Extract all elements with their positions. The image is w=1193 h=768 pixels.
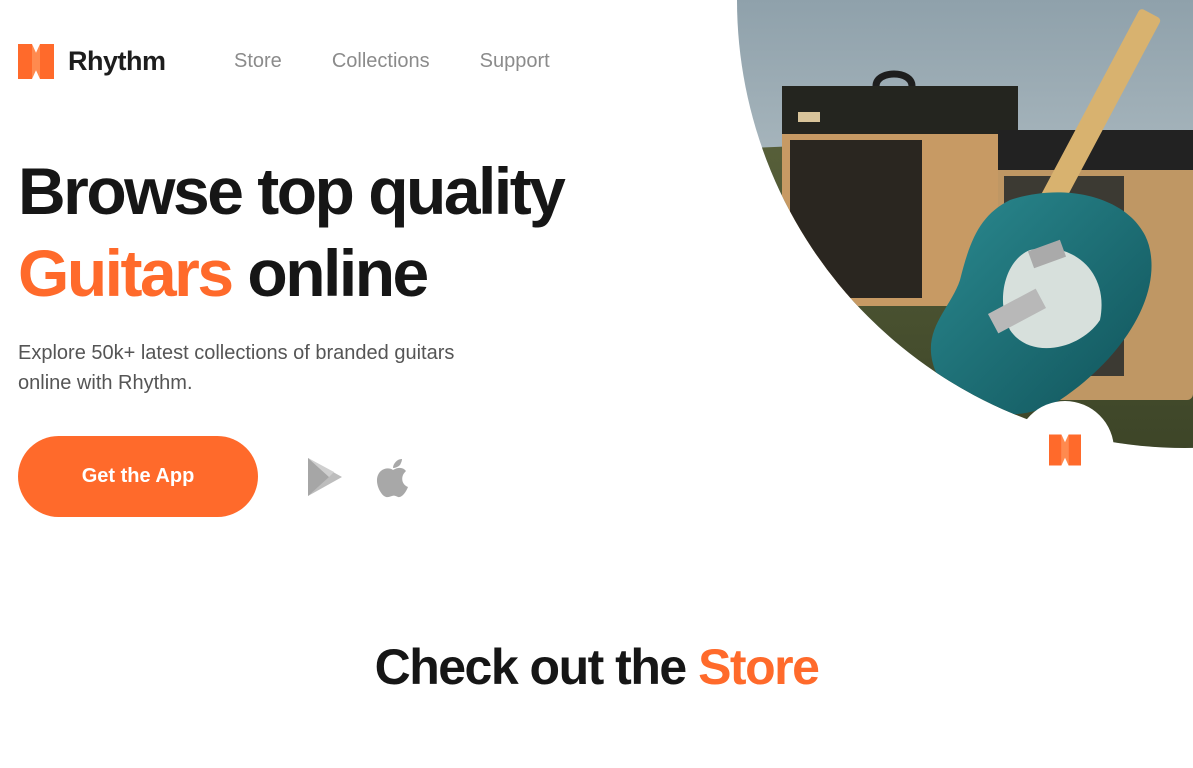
google-play-icon[interactable] — [305, 455, 345, 499]
nav-item-store[interactable]: Store — [234, 50, 282, 73]
get-the-app-button[interactable]: Get the App — [18, 436, 258, 517]
rhythm-logo-icon — [18, 44, 54, 79]
section-title-prefix: Check out the — [374, 639, 699, 695]
hero-headline: Browse top quality Guitars online — [18, 150, 566, 314]
brand-badge — [1016, 401, 1114, 499]
headline-rest: online — [231, 236, 429, 310]
main-nav: Store Collections Support — [234, 50, 550, 73]
section-title-accent: Store — [698, 639, 820, 695]
subtitle-line2: online with Rhythm. — [18, 372, 193, 394]
apple-icon[interactable] — [373, 455, 413, 499]
subtitle-line1: Explore 50k+ latest collections of brand… — [18, 342, 455, 364]
nav-item-support[interactable]: Support — [480, 50, 550, 73]
brand-logo[interactable]: Rhythm — [18, 44, 166, 79]
nav-item-collections[interactable]: Collections — [332, 50, 430, 73]
page: Rhythm Store Collections Support Browse … — [0, 0, 1193, 768]
store-section-title: Check out the Store — [0, 638, 1193, 696]
hero-subtitle: Explore 50k+ latest collections of brand… — [18, 338, 538, 398]
headline-line1: Browse top quality — [18, 154, 566, 228]
rhythm-badge-icon — [1049, 434, 1081, 466]
brand-name: Rhythm — [68, 46, 166, 76]
headline-accent: Guitars — [18, 236, 234, 310]
